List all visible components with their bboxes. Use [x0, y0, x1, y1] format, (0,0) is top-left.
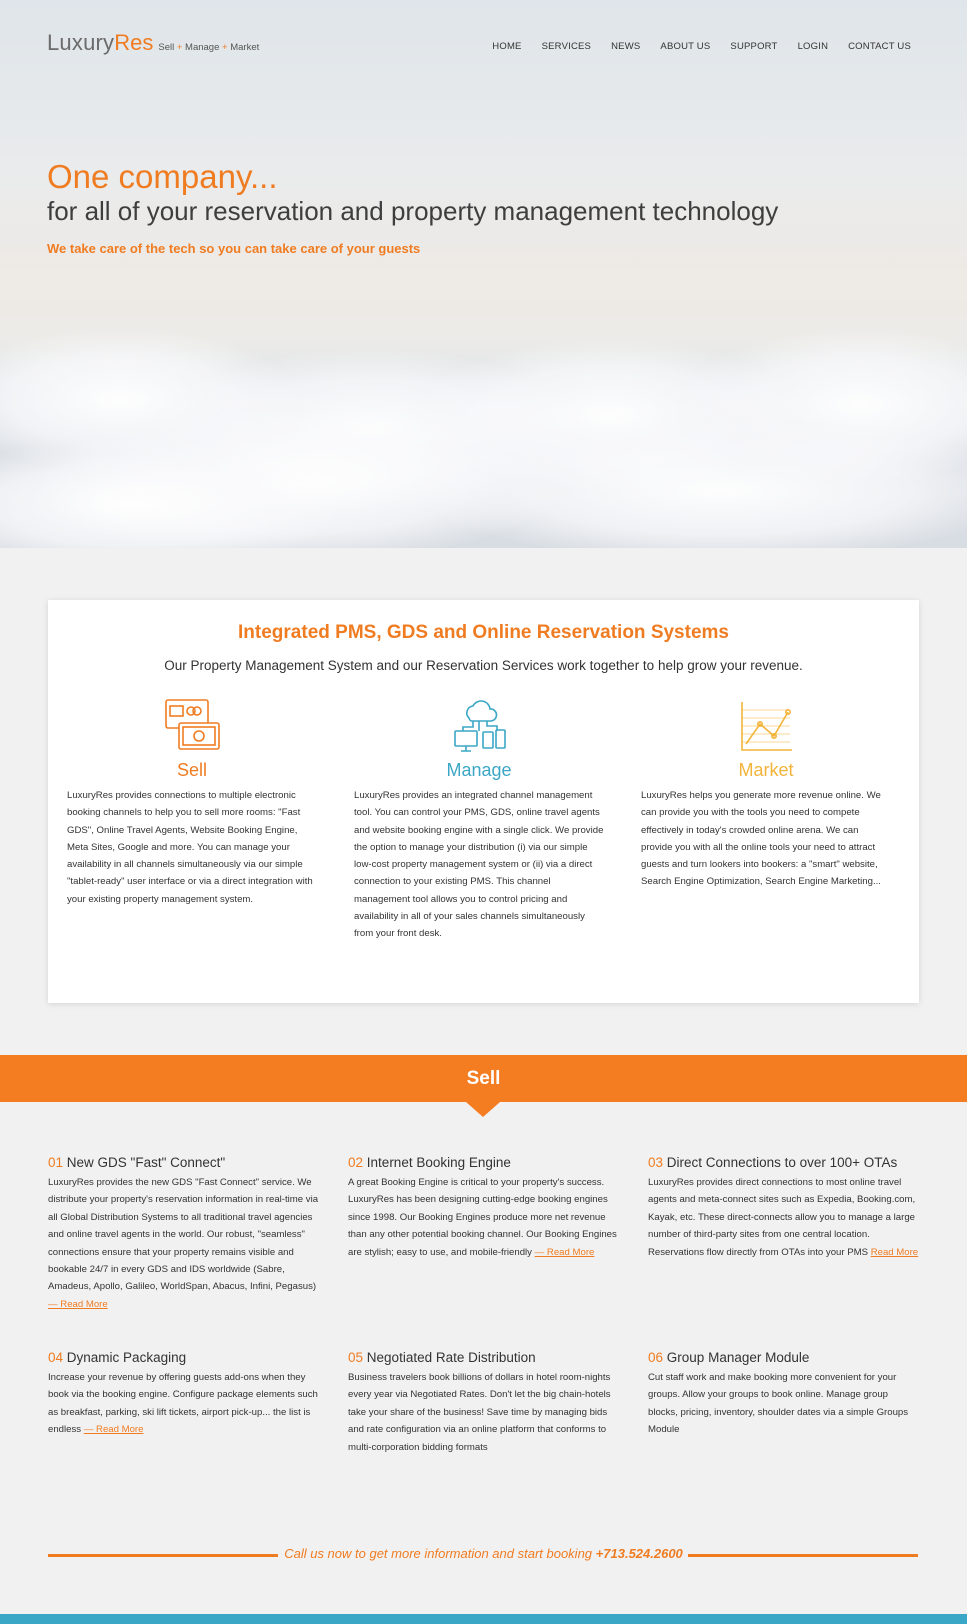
nav-home[interactable]: HOME: [492, 41, 521, 52]
nav-contact-us[interactable]: CONTACT US: [848, 41, 911, 52]
market-column: Market LuxuryRes helps you generate more…: [641, 696, 891, 891]
feature-body-text: LuxuryRes provides the new GDS "Fast Con…: [48, 1177, 319, 1293]
feature-item: 05 Negotiated Rate Distribution Business…: [348, 1350, 620, 1456]
intro-title: Integrated PMS, GDS and Online Reservati…: [238, 622, 729, 643]
main-nav: HOME SERVICES NEWS ABOUT US SUPPORT LOGI…: [472, 41, 911, 52]
nav-support[interactable]: SUPPORT: [730, 41, 777, 52]
intro-subtitle: Our Property Management System and our R…: [164, 658, 803, 673]
feature-body: Cut staff work and make booking more con…: [648, 1372, 909, 1436]
logo-tag-manage: Manage: [185, 42, 220, 53]
hero-tagline: We take care of the tech so you can take…: [47, 241, 421, 256]
feature-title-text: Group Manager Module: [666, 1350, 810, 1365]
feature-number: 01: [48, 1155, 64, 1170]
feature-number: 02: [348, 1155, 364, 1170]
logo-plus: +: [176, 42, 183, 53]
feature-title-text: Direct Connections to over 100+ OTAs: [666, 1155, 898, 1170]
feature-item: 03 Direct Connections to over 100+ OTAs …: [648, 1155, 920, 1261]
read-more-link[interactable]: — Read More: [84, 1424, 144, 1435]
feature-body-text: LuxuryRes provides direct connections to…: [648, 1177, 916, 1258]
logo[interactable]: Luxury Res Sell + Manage + Market: [47, 30, 259, 56]
feature-item: 01 New GDS "Fast" Connect" LuxuryRes pro…: [48, 1155, 320, 1313]
feature-item: 02 Internet Booking Engine A great Booki…: [348, 1155, 620, 1261]
logo-main: Luxury: [47, 30, 115, 55]
sell-heading: Sell: [176, 760, 207, 780]
feature-item: 06 Group Manager Module Cut staff work a…: [648, 1350, 920, 1439]
market-body: LuxuryRes helps you generate more revenu…: [641, 790, 881, 888]
manage-body: LuxuryRes provides an integrated channel…: [354, 790, 604, 940]
logo-tag-sell: Sell: [158, 42, 175, 53]
feature-body-text: A great Booking Engine is critical to yo…: [348, 1177, 617, 1258]
manage-column: Manage LuxuryRes provides an integrated …: [354, 696, 604, 943]
feature-number: 04: [48, 1350, 64, 1365]
call-to-action: Call us now to get more information and …: [0, 1546, 967, 1561]
nav-services[interactable]: SERVICES: [542, 41, 591, 52]
sell-band: Sell: [0, 1055, 967, 1102]
hero: Luxury Res Sell + Manage + Market HOME S…: [0, 0, 967, 548]
feature-item: 04 Dynamic Packaging Increase your reven…: [48, 1350, 320, 1439]
manage-heading: Manage: [446, 760, 512, 780]
feature-title: 01 New GDS "Fast" Connect": [48, 1155, 320, 1170]
feature-title: 02 Internet Booking Engine: [348, 1155, 620, 1170]
line-chart-icon: [741, 702, 792, 751]
feature-body: Business travelers book billions of doll…: [348, 1372, 611, 1453]
feature-body: LuxuryRes provides direct connections to…: [648, 1174, 920, 1261]
feature-number: 03: [648, 1155, 664, 1170]
footer-bar: [0, 1614, 967, 1624]
feature-body: LuxuryRes provides the new GDS "Fast Con…: [48, 1174, 320, 1313]
phone-number[interactable]: +713.524.2600: [596, 1546, 683, 1561]
logo-plus: +: [222, 42, 228, 53]
feature-title: 03 Direct Connections to over 100+ OTAs: [648, 1155, 920, 1170]
nav-login[interactable]: LOGIN: [798, 41, 829, 52]
feature-body: A great Booking Engine is critical to yo…: [348, 1174, 620, 1261]
call-text: Call us now to get more information and …: [284, 1546, 593, 1561]
feature-title-text: Internet Booking Engine: [366, 1155, 511, 1170]
logo-accent: Res: [114, 30, 154, 55]
nav-about-us[interactable]: ABOUT US: [660, 41, 710, 52]
sell-band-label: Sell: [466, 1068, 501, 1089]
feature-title: 05 Negotiated Rate Distribution: [348, 1350, 620, 1365]
logo-tag-market: Market: [230, 42, 260, 53]
feature-number: 05: [348, 1350, 364, 1365]
feature-title-text: Dynamic Packaging: [66, 1350, 187, 1365]
intro-card: Integrated PMS, GDS and Online Reservati…: [48, 600, 919, 1003]
read-more-link[interactable]: — Read More: [48, 1299, 108, 1310]
hero-subtitle: for all of your reservation and property…: [47, 196, 779, 226]
read-more-link[interactable]: — Read More: [535, 1247, 595, 1258]
cloud-devices-icon: [454, 700, 506, 752]
hero-title: One company...: [47, 158, 278, 195]
logo-tagline: Sell + Manage + Market: [158, 42, 259, 53]
sell-column: Sell LuxuryRes provides connections to m…: [67, 696, 317, 908]
feature-number: 06: [648, 1350, 664, 1365]
band-notch: [466, 1102, 500, 1117]
sell-body: LuxuryRes provides connections to multip…: [67, 790, 313, 905]
feature-body: Increase your revenue by offering guests…: [48, 1369, 320, 1439]
money-icon: [165, 699, 220, 750]
read-more-link[interactable]: Read More: [871, 1247, 918, 1258]
nav-news[interactable]: NEWS: [611, 41, 640, 52]
feature-title: 06 Group Manager Module: [648, 1350, 920, 1365]
feature-title: 04 Dynamic Packaging: [48, 1350, 320, 1365]
feature-title-text: New GDS "Fast" Connect": [66, 1155, 226, 1170]
feature-title-text: Negotiated Rate Distribution: [366, 1350, 536, 1365]
market-heading: Market: [738, 760, 794, 780]
